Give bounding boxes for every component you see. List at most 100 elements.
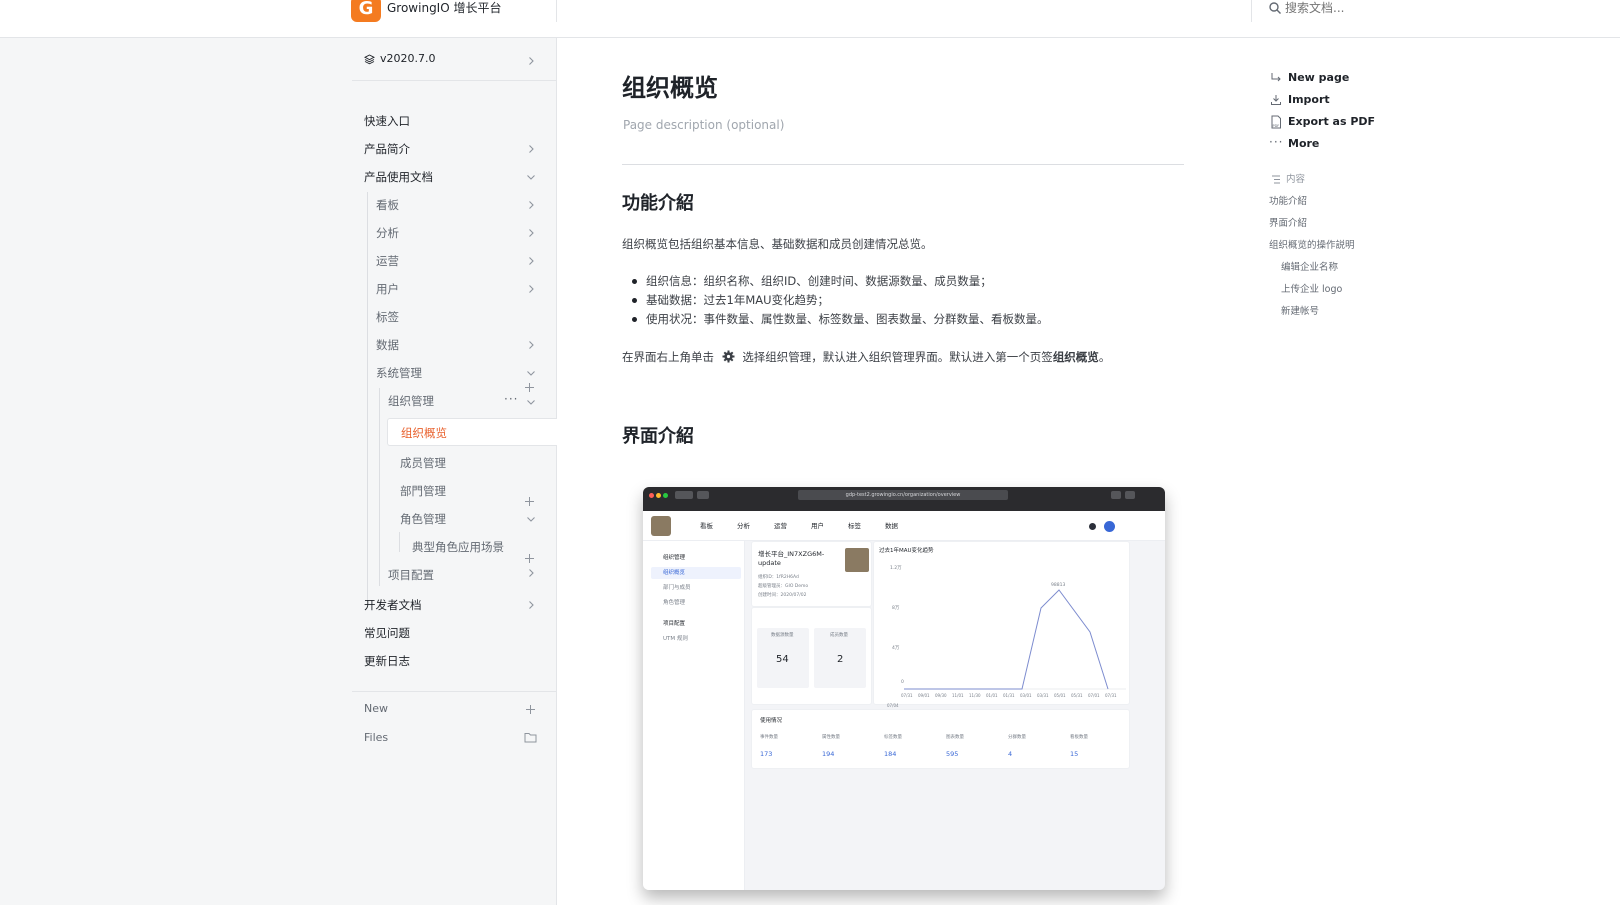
chevron-right-icon — [529, 569, 534, 577]
interface-screenshot[interactable]: gdp-test2.growingio.cn/organization/over… — [643, 487, 1165, 890]
sidebar-item-org-management[interactable]: 组织管理 ··· — [388, 390, 544, 412]
chevron-right-icon — [529, 145, 534, 153]
nav-item: 分析 — [737, 522, 750, 530]
toc-item[interactable]: 功能介紹 — [1269, 196, 1307, 208]
add-icon[interactable] — [525, 704, 536, 715]
toc-title: 内容 — [1286, 174, 1306, 185]
top-bar: G GrowingIO 增长平台 — [0, 0, 1620, 38]
more-icon[interactable]: ··· — [504, 391, 518, 407]
search-input[interactable] — [1285, 0, 1435, 16]
sidebar-item-product-intro[interactable]: 产品简介 — [364, 138, 544, 160]
sidebar-item-users[interactable]: 用户 — [376, 278, 544, 300]
nav-item: 运营 — [774, 522, 787, 530]
sidebar-item-analysis[interactable]: 分析 — [376, 222, 544, 244]
nav-item: 数据 — [885, 522, 898, 530]
list-icon — [1272, 175, 1280, 184]
import-button[interactable]: Import — [1288, 92, 1330, 108]
toc-item[interactable]: 新建帐号 — [1281, 306, 1319, 318]
new-page-button[interactable]: New page — [1288, 70, 1349, 86]
sidebar-item-developer-docs[interactable]: 开发者文档 — [364, 594, 544, 616]
sidebar-item-role-management[interactable]: 角色管理 — [400, 508, 544, 530]
avatar — [651, 516, 671, 536]
sidebar-item-product-docs[interactable]: 产品使用文档 — [364, 166, 544, 188]
folder-icon[interactable] — [524, 732, 537, 743]
sidebar-item-operations[interactable]: 运营 — [376, 250, 544, 272]
app-sidebar: 组织管理 组织概览 部门与成员 角色管理 项目配置 UTM 规则 — [643, 541, 745, 890]
add-icon[interactable] — [524, 553, 535, 564]
add-icon[interactable] — [524, 496, 535, 507]
y-tick: 8万 — [892, 606, 900, 611]
sidebar-border — [556, 38, 557, 905]
toc-item[interactable]: 组织概览的操作説明 — [1269, 240, 1355, 252]
section-heading-features: 功能介紹 — [622, 193, 694, 214]
nav-item: 看板 — [700, 522, 713, 530]
instruction-paragraph: 在界面右上角单击 选择组织管理，默认进入组织管理界面。默认进入第一个页签组织概览… — [622, 350, 1111, 364]
sidebar-divider — [352, 80, 556, 81]
toc-item[interactable]: 编辑企业名称 — [1281, 262, 1338, 274]
chevron-down-icon — [527, 371, 535, 376]
sidebar-item-changelog[interactable]: 更新日志 — [364, 650, 544, 672]
export-pdf-button[interactable]: Export as PDF — [1288, 114, 1375, 130]
nav-item: 用户 — [811, 522, 824, 530]
toc-item[interactable]: 界面介紹 — [1269, 218, 1307, 230]
new-page-icon — [1271, 73, 1281, 82]
version-selector[interactable]: v2020.7.0 — [352, 52, 544, 74]
chevron-right-icon — [529, 201, 534, 209]
sidebar-item-project-config[interactable]: 项目配置 — [388, 564, 544, 586]
toc-item[interactable]: 上传企业 logo — [1281, 284, 1342, 296]
sidebar-item-quick-start[interactable]: 快速入口 — [364, 110, 544, 132]
intro-paragraph: 组织概览包括组织基本信息、基础数据和成员创建情况总览。 — [622, 237, 933, 251]
org-name: 增长平台_IN7XZG6M-update — [758, 550, 825, 567]
brand-name[interactable]: GrowingIO 增长平台 — [387, 0, 501, 16]
sidebar-item-member-management[interactable]: 成员管理 — [400, 452, 544, 474]
browser-titlebar: gdp-test2.growingio.cn/organization/over… — [643, 487, 1165, 511]
feature-list: 组织信息：组织名称、组织ID、创建时间、数据源数量、成员数量； 基础数据：过去1… — [632, 273, 1049, 330]
more-button[interactable]: More — [1288, 136, 1319, 152]
header-divider — [556, 0, 557, 22]
browser-url: gdp-test2.growingio.cn/organization/over… — [798, 490, 1008, 500]
sidebar-new[interactable]: New — [364, 698, 544, 720]
chart-title: 过去1年MAU变化趋势 — [879, 548, 934, 554]
page-title: 组织概览 — [622, 74, 718, 102]
sidebar-divider — [352, 691, 556, 692]
sidebar-item-data[interactable]: 数据 — [376, 334, 544, 356]
list-item: 基础数据：过去1年MAU变化趋势； — [632, 292, 1049, 311]
user-avatar — [1104, 521, 1115, 532]
sidebar-item-department-management[interactable]: 部門管理 — [400, 480, 544, 502]
growingio-logo[interactable]: G — [351, 0, 381, 22]
more-icon: ··· — [1269, 135, 1284, 149]
header-divider — [1251, 0, 1252, 22]
list-item: 使用状况：事件数量、属性数量、标签数量、图表数量、分群数量、看板数量。 — [632, 311, 1049, 330]
mau-line — [904, 589, 1126, 690]
chevron-right-icon — [529, 57, 534, 65]
sidebar-item-dashboard[interactable]: 看板 — [376, 194, 544, 216]
sidebar-item-system-admin[interactable]: 系统管理 — [376, 362, 544, 384]
page-description[interactable]: Page description (optional) — [623, 117, 784, 133]
mau-chart-card: 过去1年MAU变化趋势 1.2万 8万 4万 0 98813 07/04 07/… — [873, 541, 1130, 708]
svg-text:PDF: PDF — [1273, 124, 1280, 128]
side-item: 项目配置 — [663, 621, 686, 627]
search-icon — [1269, 2, 1281, 14]
chevron-down-icon — [527, 175, 535, 180]
section-heading-interface: 界面介紹 — [622, 426, 694, 447]
download-icon — [1271, 95, 1281, 105]
chevron-right-icon — [529, 257, 534, 265]
content-divider — [622, 164, 1184, 165]
side-item: UTM 规则 — [663, 636, 688, 642]
chevron-right-icon — [529, 341, 534, 349]
layers-icon — [364, 54, 375, 65]
side-item: 组织概览 — [663, 570, 686, 576]
sidebar-files[interactable]: Files — [364, 727, 544, 749]
gear-icon — [722, 350, 735, 363]
sidebar-item-tags[interactable]: 标签 — [376, 306, 544, 328]
sidebar-item-org-overview[interactable]: 组织概览 — [387, 418, 557, 446]
side-item: 组织管理 — [663, 555, 686, 561]
tree-guide — [367, 192, 368, 602]
pdf-icon: PDF — [1271, 115, 1281, 129]
sidebar-item-faq[interactable]: 常见问题 — [364, 622, 544, 644]
stat-value: 2 — [837, 654, 844, 665]
tree-guide — [379, 388, 380, 586]
chevron-right-icon — [529, 601, 534, 609]
stat-value: 54 — [776, 654, 789, 665]
org-info-card: 增长平台_IN7XZG6M-update 组织ID：1fR2H6Ad 超级管理员… — [751, 541, 872, 607]
